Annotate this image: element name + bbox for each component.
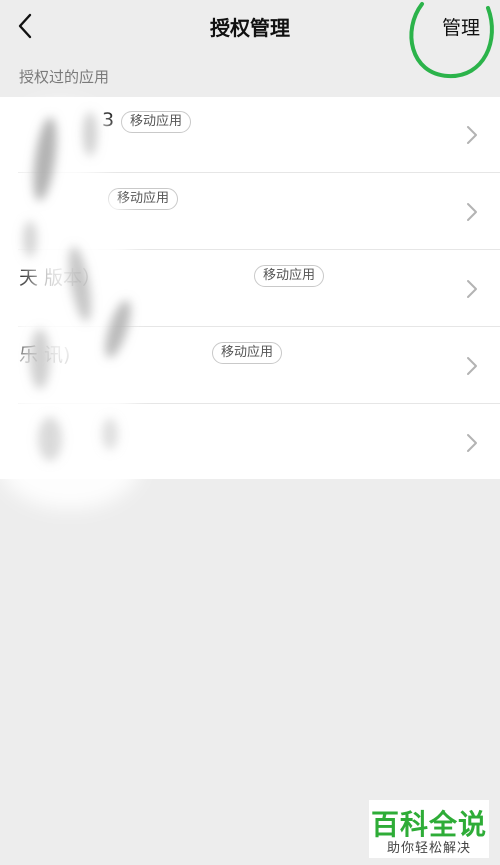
app-type-badge: 移动应用 (254, 265, 325, 287)
section-label: 授权过的应用 (19, 68, 110, 86)
app-type-badge: 移动应用 (108, 188, 179, 210)
app-name: 乐 讯) (19, 344, 71, 366)
divider (18, 326, 500, 327)
app-name: 3 (102, 109, 115, 131)
manage-button[interactable]: 管理 (442, 13, 480, 40)
nav-bar: 授权管理 管理 (0, 0, 500, 52)
watermark-logo: 百科全说 助你轻松解决 (369, 800, 489, 858)
chevron-right-icon (467, 280, 477, 298)
list-item[interactable]: 3 移动应用 (0, 97, 500, 173)
list-item[interactable] (0, 405, 500, 481)
list-item[interactable]: 移动应用 (0, 174, 500, 250)
authorized-app-list: 3 移动应用 移动应用 天 版本） 移动应用 乐 讯) 移动应用 (0, 97, 500, 479)
app-name: 天 版本） (19, 267, 102, 289)
app-type-badge: 移动应用 (212, 342, 283, 364)
chevron-right-icon (467, 357, 477, 375)
watermark-subtitle: 助你轻松解决 (386, 841, 471, 856)
chevron-right-icon (467, 434, 477, 452)
list-item[interactable]: 乐 讯) 移动应用 (0, 328, 500, 404)
list-item[interactable]: 天 版本） 移动应用 (0, 251, 500, 327)
page-title: 授权管理 (210, 16, 290, 40)
chevron-right-icon (467, 203, 477, 221)
divider (18, 403, 500, 404)
app-type-badge: 移动应用 (121, 111, 192, 133)
chevron-right-icon (467, 126, 477, 144)
divider (18, 172, 500, 173)
divider (18, 249, 500, 250)
